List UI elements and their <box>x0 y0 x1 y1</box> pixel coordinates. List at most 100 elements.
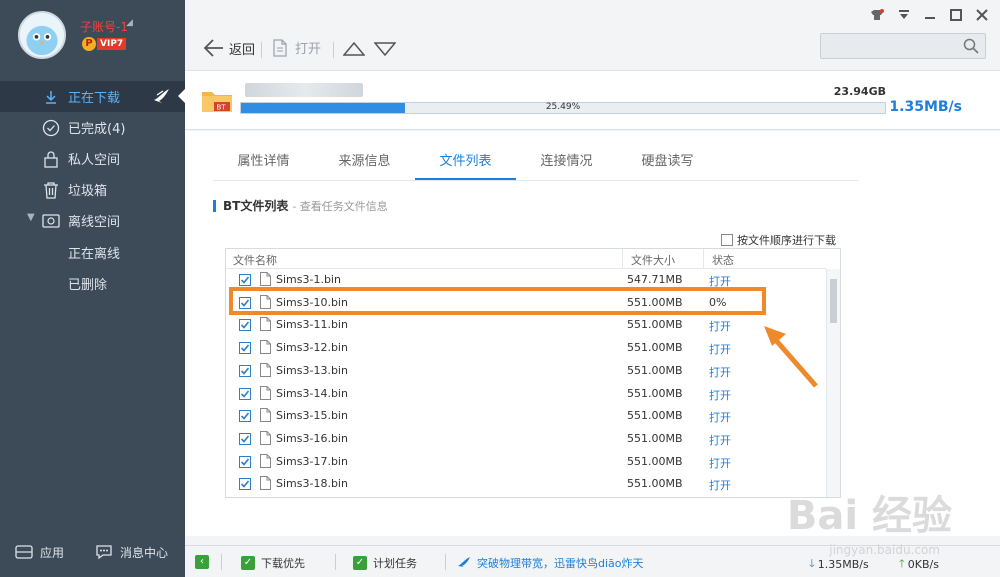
search-icon[interactable] <box>963 38 979 57</box>
scrollbar-thumb[interactable] <box>830 279 837 323</box>
sidebar-item-completed[interactable]: 已完成(4) <box>0 112 185 143</box>
total-download-speed: 🡓 1.35MB/s <box>809 555 869 574</box>
download-arrow-icon: 🡓 <box>809 557 815 570</box>
lock-icon <box>42 150 60 168</box>
tab-properties[interactable]: 属性详情 <box>213 149 314 180</box>
file-status[interactable]: 打开 <box>709 318 731 334</box>
checkbox-checked-icon: ✓ <box>353 556 367 570</box>
avatar[interactable] <box>18 11 66 59</box>
promo-link[interactable]: 突破物理带宽，迅雷快鸟diāo炸天 <box>457 555 644 571</box>
back-button[interactable]: 返回 <box>203 38 255 58</box>
download-priority-toggle[interactable]: ✓ 下载优先 <box>241 555 305 571</box>
checkbox-box[interactable] <box>721 234 733 246</box>
file-checkbox[interactable] <box>239 387 251 400</box>
download-speed: 1.35MB/s <box>889 99 962 115</box>
tab-source[interactable]: 来源信息 <box>314 149 415 180</box>
file-checkbox[interactable] <box>239 342 251 355</box>
file-checkbox[interactable] <box>239 274 251 286</box>
file-checkbox[interactable] <box>239 319 251 332</box>
message-center-label: 消息中心 <box>120 545 169 560</box>
down-speed-value: 1.35MB/s <box>817 558 869 571</box>
up-speed-value: 0KB/s <box>907 558 939 571</box>
file-checkbox[interactable] <box>239 455 251 468</box>
table-row[interactable]: Sims3-11.bin 551.00MB 打开 <box>226 314 826 336</box>
table-row[interactable]: Sims3-17.bin 551.00MB 打开 <box>226 451 826 473</box>
tab-file-list[interactable]: 文件列表 <box>415 149 516 180</box>
file-checkbox[interactable] <box>239 432 251 445</box>
tab-connections[interactable]: 连接情况 <box>516 149 617 180</box>
table-row[interactable]: Sims3-13.bin 551.00MB 打开 <box>226 360 826 382</box>
sidebar-item-private-space[interactable]: 私人空间 <box>0 143 185 174</box>
file-status[interactable]: 打开 <box>709 409 731 425</box>
collapse-sidebar-button[interactable]: ‹ <box>195 555 215 569</box>
file-name: Sims3-12.bin <box>276 341 348 355</box>
tab-disk-io[interactable]: 硬盘读写 <box>617 149 718 180</box>
table-row[interactable]: Sims3-14.bin 551.00MB 打开 <box>226 383 826 405</box>
close-icon[interactable] <box>976 9 988 24</box>
sidebar-item-label: 垃圾箱 <box>68 184 108 199</box>
apps-label: 应用 <box>40 545 65 560</box>
minimize-icon[interactable] <box>924 9 936 24</box>
file-status[interactable]: 打开 <box>709 455 731 471</box>
back-arrow-icon <box>203 39 223 57</box>
search-input[interactable] <box>820 33 986 59</box>
account-dropdown-icon[interactable]: ◢ <box>126 18 133 28</box>
vip-badge[interactable]: P VIP7 <box>82 36 127 52</box>
table-row[interactable]: Sims3-16.bin 551.00MB 打开 <box>226 428 826 450</box>
sidebar-item-trash[interactable]: 垃圾箱 <box>0 174 185 205</box>
scrollbar[interactable] <box>826 269 840 497</box>
message-center-button[interactable]: 消息中心 <box>94 544 168 561</box>
file-name: Sims3-18.bin <box>276 477 348 491</box>
move-up-icon[interactable] <box>342 41 366 59</box>
file-name: Sims3-13.bin <box>276 363 348 377</box>
sidebar-subitem-offline-running[interactable]: 正在离线 <box>68 243 120 262</box>
file-icon <box>260 340 271 357</box>
file-name: Sims3-1.bin <box>276 273 341 286</box>
schedule-label: 计划任务 <box>373 557 417 570</box>
table-row[interactable]: Sims3-18.bin 551.00MB 打开 <box>226 473 826 495</box>
col-header-status[interactable]: 状态 <box>712 252 734 268</box>
maximize-icon[interactable] <box>950 9 962 24</box>
file-status[interactable]: 打开 <box>709 432 731 448</box>
file-status[interactable]: 打开 <box>709 477 731 493</box>
file-name: Sims3-16.bin <box>276 431 348 445</box>
col-header-size[interactable]: 文件大小 <box>631 252 675 268</box>
username[interactable]: 子账号-1 <box>80 18 128 35</box>
file-status[interactable]: 打开 <box>709 341 731 357</box>
file-icon <box>260 408 271 425</box>
task-detail-panel: 属性详情 来源信息 文件列表 连接情况 硬盘读写 BT文件列表 - 查看任务文件… <box>185 131 1000 536</box>
checkbox-checked-icon: ✓ <box>241 556 255 570</box>
task-size: 23.94GB <box>833 85 886 98</box>
file-name: Sims3-14.bin <box>276 386 348 400</box>
open-button[interactable]: 打开 <box>273 38 321 57</box>
file-icon <box>260 385 271 403</box>
sidebar-subitem-deleted[interactable]: 已删除 <box>68 274 107 293</box>
section-marker <box>213 199 216 212</box>
window-controls <box>870 9 988 24</box>
file-status[interactable]: 打开 <box>709 364 731 380</box>
file-checkbox[interactable] <box>239 410 251 423</box>
table-row[interactable]: Sims3-15.bin 551.00MB 打开 <box>226 405 826 427</box>
col-header-name[interactable]: 文件名称 <box>233 252 277 268</box>
scheduled-task-toggle[interactable]: ✓ 计划任务 <box>353 555 417 571</box>
sidebar-item-label: 已完成(4) <box>68 122 126 137</box>
vip-coin-icon: P <box>82 37 96 51</box>
file-checkbox[interactable] <box>239 478 251 491</box>
file-size: 551.00MB <box>627 409 683 423</box>
download-icon <box>42 88 60 106</box>
table-header: 文件名称 文件大小 状态 <box>226 249 826 269</box>
file-status[interactable]: 打开 <box>709 387 731 403</box>
skin-icon[interactable] <box>870 9 884 24</box>
watermark-url: jingyan.baidu.com <box>829 543 940 557</box>
sequential-download-checkbox[interactable]: 按文件顺序进行下载 <box>721 232 836 248</box>
open-label: 打开 <box>295 42 322 57</box>
table-row[interactable]: Sims3-12.bin 551.00MB 打开 <box>226 337 826 359</box>
section-heading: BT文件列表 <box>223 199 289 213</box>
bird-avatar-icon <box>20 13 64 57</box>
menu-icon[interactable] <box>898 9 910 24</box>
sidebar-item-offline-space[interactable]: 离线空间 <box>0 205 185 236</box>
file-checkbox[interactable] <box>239 364 251 377</box>
apps-button[interactable]: 应用 <box>14 544 64 561</box>
move-down-icon[interactable] <box>373 42 397 59</box>
task-summary[interactable]: BT 23.94GB 25.49% 1.35MB/s <box>185 70 1000 130</box>
